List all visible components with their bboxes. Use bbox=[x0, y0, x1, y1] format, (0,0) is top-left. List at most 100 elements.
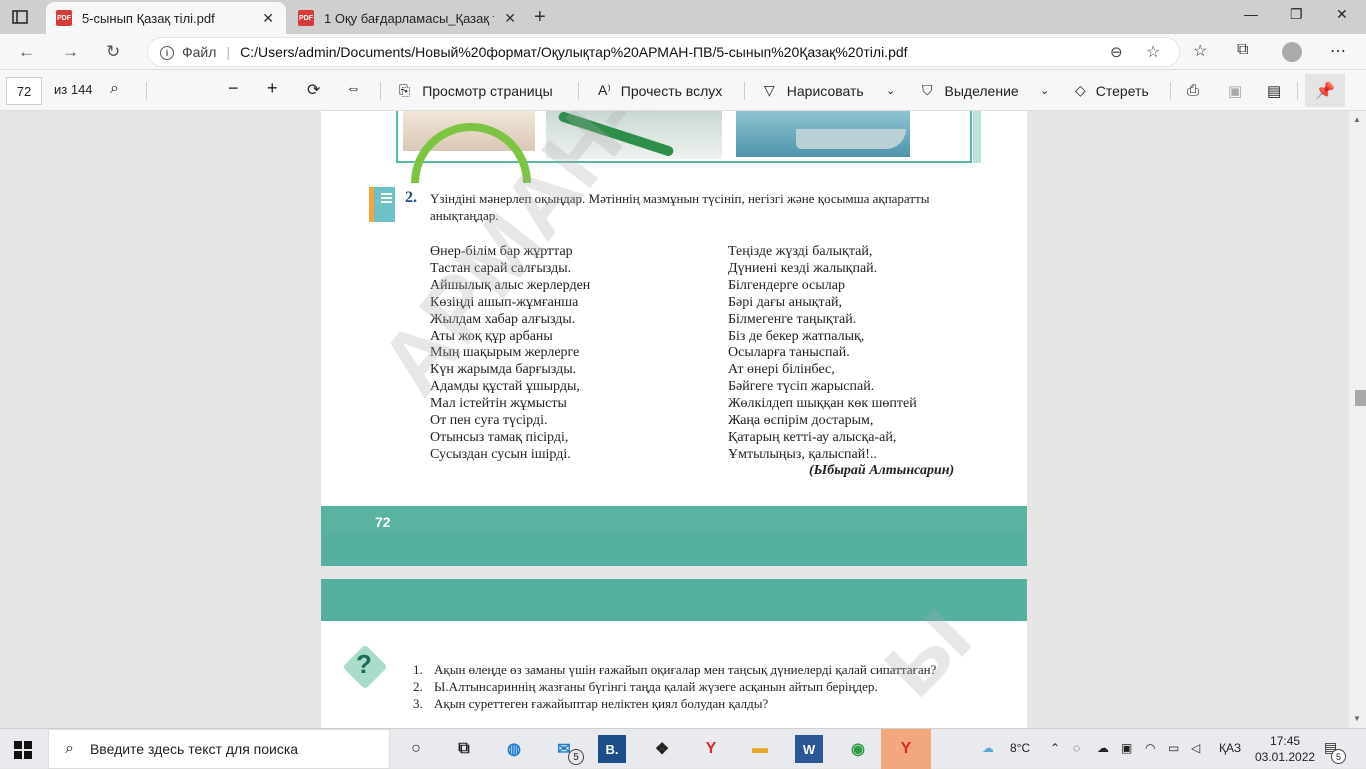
minimize-icon[interactable]: — bbox=[1244, 6, 1258, 22]
zoom-out-icon[interactable]: − bbox=[228, 78, 239, 99]
save-icon: ▣ bbox=[1228, 83, 1243, 100]
chrome-icon[interactable]: ◉ bbox=[844, 735, 872, 763]
draw-label: Нарисовать bbox=[786, 82, 864, 99]
tab-actions-icon[interactable] bbox=[10, 8, 30, 26]
refresh-icon[interactable]: ↻ bbox=[106, 42, 120, 62]
more-icon[interactable]: ⋯ bbox=[1330, 41, 1346, 61]
close-icon[interactable]: ✕ bbox=[504, 10, 516, 27]
poem-line: Білгендерге осылар bbox=[728, 277, 845, 293]
chevron-down-icon[interactable]: ⌄ bbox=[886, 84, 895, 97]
page-view-button[interactable]: ⎘ Просмотр страницы bbox=[399, 82, 553, 99]
new-tab-icon[interactable]: + bbox=[534, 6, 546, 29]
onedrive-icon[interactable]: ☁ bbox=[1097, 741, 1109, 755]
chevron-down-icon[interactable]: ⌄ bbox=[1040, 84, 1049, 97]
favorites-icon[interactable]: ☆ bbox=[1193, 41, 1207, 61]
tab-title: 1 Оқу бағдарламасы_Қазақ тілі bbox=[324, 10, 494, 26]
pin-toolbar-icon[interactable]: 📌 bbox=[1305, 74, 1345, 107]
url-text: C:/Users/admin/Documents/Новый%20формат/… bbox=[240, 44, 908, 60]
edge-icon[interactable]: ◍ bbox=[500, 735, 528, 763]
poem-line: Дүниені кезді жалықпай. bbox=[728, 260, 878, 276]
back-icon[interactable]: ← bbox=[18, 42, 35, 62]
device-icon[interactable]: ▣ bbox=[1121, 741, 1132, 755]
poem-author: (Ыбырай Алтынсарин) bbox=[809, 463, 955, 478]
zoom-icon[interactable]: ⊖ bbox=[1110, 43, 1123, 61]
task-number: 2. bbox=[405, 189, 417, 206]
scheme-label: Файл bbox=[182, 44, 217, 60]
restore-icon[interactable]: ❐ bbox=[1290, 6, 1303, 23]
erase-button[interactable]: ◇ Стереть bbox=[1075, 82, 1149, 99]
divider bbox=[1170, 82, 1171, 100]
poem-line: Ұмтылыңыз, қалыспай!.. bbox=[728, 446, 877, 462]
list-item: 2. Ы.Алтынсариннің жазғаны бүгінгі таңда … bbox=[413, 679, 878, 694]
cortana-icon[interactable]: ○ bbox=[402, 735, 430, 763]
scroll-up-icon[interactable]: ▲ bbox=[1353, 115, 1361, 124]
language-indicator[interactable]: ҚАЗ bbox=[1219, 741, 1241, 755]
wifi-icon[interactable]: ◠ bbox=[1145, 741, 1155, 755]
volume-icon[interactable]: ◁ bbox=[1191, 741, 1200, 755]
battery-icon[interactable]: ▭ bbox=[1168, 741, 1179, 755]
weather-temp[interactable]: 8°C bbox=[1010, 741, 1030, 755]
poem-line: Осыларға таныспай. bbox=[728, 345, 850, 361]
divider bbox=[380, 82, 381, 100]
chevron-up-icon[interactable]: ⌃ bbox=[1050, 741, 1060, 755]
poem-line: Қатарың кетті-ау алысқа-ай, bbox=[728, 429, 897, 445]
poem-right-column: Теңізде жүзді балықтай, Дүниені кезді жал… bbox=[728, 244, 917, 464]
tab-pdf-second[interactable]: PDF 1 Оқу бағдарламасы_Қазақ тілі ✕ bbox=[288, 2, 528, 34]
collections-icon[interactable]: ⧉ bbox=[1237, 41, 1248, 59]
read-aloud-icon: A⁾ bbox=[598, 82, 611, 98]
divider bbox=[744, 82, 745, 100]
tab-pdf-current[interactable]: PDF 5-сынып Қазақ тілі.pdf ✕ bbox=[46, 2, 286, 34]
dropbox-icon[interactable]: ❖ bbox=[648, 735, 676, 763]
poem-line: Сусыздан сусын ішірді. bbox=[430, 446, 571, 462]
read-aloud-label: Прочесть вслух bbox=[620, 82, 723, 99]
add-favorite-icon[interactable]: ☆ bbox=[1146, 42, 1160, 62]
pdf-icon: PDF bbox=[298, 10, 314, 26]
clock[interactable]: 17:45 03.01.2022 bbox=[1255, 733, 1315, 765]
erase-label: Стереть bbox=[1095, 82, 1149, 99]
scroll-down-icon[interactable]: ▼ bbox=[1353, 714, 1361, 723]
avatar[interactable] bbox=[1282, 42, 1302, 62]
address-input[interactable]: i Файл | C:/Users/admin/Documents/Новый%… bbox=[147, 37, 1180, 67]
search-icon[interactable]: ⌕ bbox=[110, 80, 119, 98]
pdf-viewer[interactable]: 2. Үзіндіні мәнерлеп оқыңдар. Мәтіннің м… bbox=[0, 111, 1349, 728]
yandex-active-icon[interactable]: Y bbox=[892, 735, 920, 763]
pen-icon: ▽ bbox=[764, 82, 775, 98]
illustration-ship bbox=[736, 111, 910, 157]
pdf-icon: PDF bbox=[56, 10, 72, 26]
page-number-input[interactable]: 72 bbox=[6, 77, 42, 105]
illustration-frame bbox=[396, 111, 972, 183]
weather-icon[interactable]: ☁ bbox=[982, 741, 994, 755]
windows-start-icon[interactable] bbox=[14, 741, 32, 759]
page-view-label: Просмотр страницы bbox=[422, 82, 553, 99]
divider bbox=[146, 82, 147, 100]
question-mark: ? bbox=[356, 649, 372, 679]
fit-page-icon[interactable]: ⇔ bbox=[346, 80, 361, 97]
search-icon: ⌕ bbox=[65, 740, 74, 757]
save-as-icon[interactable]: ▤ bbox=[1267, 82, 1281, 100]
page-footer-band bbox=[321, 506, 1027, 566]
taskbar-search[interactable]: ⌕ Введите здесь текст для поиска bbox=[48, 729, 390, 769]
word-icon[interactable]: W bbox=[795, 735, 823, 763]
app-b-icon[interactable]: B. bbox=[598, 735, 626, 763]
meet-icon[interactable]: ◌ bbox=[1073, 741, 1080, 755]
tab-title: 5-сынып Қазақ тілі.pdf bbox=[82, 10, 215, 26]
highlight-button[interactable]: ⛉ Выделение bbox=[922, 82, 1019, 99]
info-icon[interactable]: i bbox=[160, 46, 174, 60]
folder-icon[interactable]: ▬ bbox=[746, 735, 774, 763]
zoom-in-icon[interactable]: + bbox=[267, 78, 278, 99]
draw-button[interactable]: ▽ Нарисовать bbox=[764, 82, 864, 99]
yandex-icon[interactable]: Y bbox=[697, 735, 725, 763]
forward-icon[interactable]: → bbox=[62, 42, 79, 62]
scrollbar-thumb[interactable] bbox=[1355, 390, 1366, 406]
print-icon[interactable]: ⎙ bbox=[1187, 82, 1199, 99]
highlighter-icon: ⛉ bbox=[922, 82, 933, 98]
scrollbar[interactable]: ▲ ▼ bbox=[1349, 111, 1366, 728]
page-number: 72 bbox=[375, 514, 391, 530]
task-view-icon[interactable]: ⧉ bbox=[450, 735, 478, 763]
close-icon[interactable]: ✕ bbox=[262, 10, 274, 27]
rotate-icon[interactable]: ⟳ bbox=[307, 80, 320, 100]
read-aloud-button[interactable]: A⁾ Прочесть вслух bbox=[598, 82, 722, 99]
poem-line: Жөлкілдеп шыққан көк шөптей bbox=[728, 396, 917, 412]
poem-line: Ат өнері білінбес, bbox=[728, 362, 835, 378]
close-window-icon[interactable]: ✕ bbox=[1336, 6, 1348, 23]
